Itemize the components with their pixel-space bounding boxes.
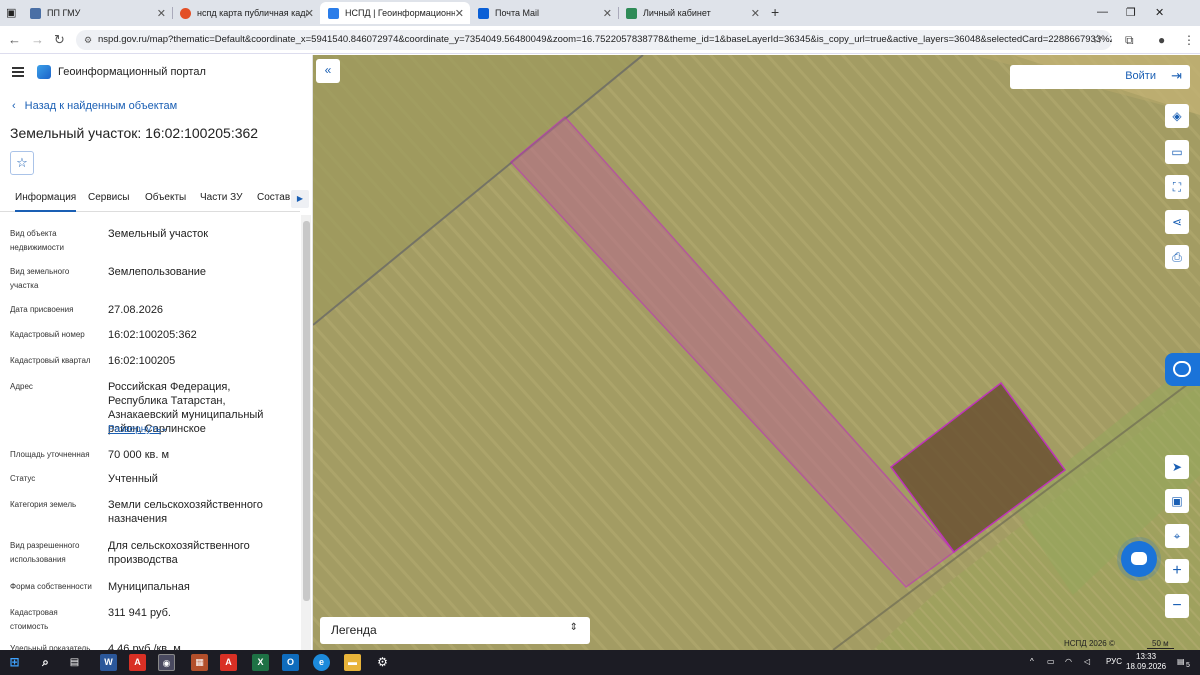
close-tab-icon[interactable]: ✕ bbox=[305, 7, 314, 20]
reload-icon[interactable]: ↻ bbox=[54, 32, 65, 48]
geolocation-arrow-icon[interactable]: ➤ bbox=[1165, 455, 1189, 479]
menu-icon[interactable] bbox=[12, 67, 24, 77]
chevron-down-icon: ⌄ bbox=[160, 423, 169, 434]
print-icon[interactable]: ⎙ bbox=[1165, 245, 1189, 269]
portal-title: Геоинформационный портал bbox=[58, 66, 206, 78]
browser-tab-mail[interactable]: Почта Mail ✕ bbox=[470, 2, 619, 24]
outlook-icon[interactable]: O bbox=[282, 654, 299, 671]
browser-tab-search[interactable]: нспд карта публичная кадастр ✕ bbox=[172, 2, 320, 24]
minimap-icon[interactable]: ▣ bbox=[1165, 489, 1189, 513]
tray-chevron-up-icon[interactable]: ^ bbox=[1030, 657, 1034, 666]
browser-toolbar: ← → ↻ ⚙ nspd.gov.ru/map?thematic=Default… bbox=[0, 26, 1200, 54]
browser-app-icon[interactable]: ◉ bbox=[158, 654, 175, 671]
browser-tab-pp-gmu[interactable]: ПП ГМУ ✕ bbox=[22, 2, 173, 24]
clock[interactable]: 13:33 18.09.2026 bbox=[1126, 652, 1166, 672]
close-tab-icon[interactable]: ✕ bbox=[157, 7, 166, 20]
search-icon[interactable]: ⌕ bbox=[37, 654, 54, 671]
tabs-scroll-right-icon[interactable]: ▶ bbox=[291, 190, 309, 208]
map-scale-bar: 50 м bbox=[1147, 639, 1174, 649]
chat-side-button[interactable] bbox=[1165, 353, 1200, 386]
login-arrow-icon: ⇥ bbox=[1171, 68, 1182, 83]
layers-icon[interactable]: ◈ bbox=[1165, 104, 1189, 128]
tab-services[interactable]: Сервисы bbox=[88, 192, 129, 203]
edge-icon[interactable]: e bbox=[313, 654, 330, 671]
file-explorer-icon[interactable]: ▬ bbox=[344, 654, 361, 671]
object-info-panel: Геоинформационный портал ‹ Назад к найде… bbox=[0, 55, 313, 650]
collapse-panel-button[interactable]: « bbox=[316, 59, 340, 83]
extensions-icon[interactable]: ⧉ bbox=[1125, 33, 1134, 48]
yandex-favicon-icon bbox=[180, 7, 191, 19]
close-tab-icon[interactable]: ✕ bbox=[603, 7, 612, 20]
language-indicator[interactable]: РУС bbox=[1106, 657, 1122, 666]
gosuslugi-favicon-icon bbox=[626, 7, 637, 19]
map-canvas[interactable] bbox=[313, 55, 1200, 650]
page-title: Земельный участок: 16:02:100205:362 bbox=[10, 125, 259, 141]
tab-objects[interactable]: Объекты bbox=[145, 192, 186, 203]
tab-parts[interactable]: Части ЗУ bbox=[200, 192, 242, 203]
panel-scrollbar-thumb[interactable] bbox=[303, 221, 310, 601]
restore-window-icon[interactable]: ❐ bbox=[1126, 6, 1136, 19]
browser-menu-icon[interactable]: ⋮ bbox=[1183, 33, 1195, 47]
volume-icon[interactable]: ◁ bbox=[1084, 657, 1090, 666]
acrobat-icon[interactable]: A bbox=[129, 654, 146, 671]
area-select-icon[interactable]: ⛶ bbox=[1165, 175, 1189, 199]
taskbar: ⊞ ⌕ ▤ W A ◉ ▦ A X O e ▬ ⚙ ^ ▭ ◠ ◁ РУС 13… bbox=[0, 650, 1200, 675]
zoom-in-button[interactable]: + bbox=[1165, 559, 1189, 583]
legend-dropdown[interactable]: Легенда ⇕ bbox=[320, 617, 590, 644]
back-arrow-icon[interactable]: ← bbox=[8, 32, 21, 47]
wifi-icon[interactable]: ◠ bbox=[1065, 657, 1072, 666]
close-window-icon[interactable]: ✕ bbox=[1155, 6, 1164, 19]
browser-tab-cabinet[interactable]: Личный кабинет ✕ bbox=[618, 2, 766, 24]
app-icon[interactable]: ▦ bbox=[191, 654, 208, 671]
map-copyright: НСПД 2026 © bbox=[1064, 639, 1115, 648]
close-tab-icon[interactable]: ✕ bbox=[751, 7, 760, 20]
chevron-left-icon: ‹ bbox=[12, 100, 16, 112]
login-button[interactable]: Войти ⇥ bbox=[1010, 65, 1190, 89]
pdf-reader-icon[interactable]: A bbox=[220, 654, 237, 671]
zoom-out-button[interactable]: − bbox=[1165, 594, 1189, 618]
site-favicon-icon bbox=[30, 7, 41, 19]
chat-assistant-button[interactable] bbox=[1121, 541, 1157, 577]
forward-arrow-icon[interactable]: → bbox=[31, 32, 44, 47]
excel-icon[interactable]: X bbox=[252, 654, 269, 671]
ruler-icon[interactable]: ▭ bbox=[1165, 140, 1189, 164]
mail-favicon-icon bbox=[478, 7, 489, 19]
site-info-icon[interactable]: ⚙ bbox=[84, 30, 92, 50]
back-to-results-link[interactable]: ‹ Назад к найденным объектам bbox=[12, 100, 177, 112]
chat-bubble-icon bbox=[1173, 361, 1191, 377]
new-tab-button[interactable]: + bbox=[771, 4, 779, 20]
expand-address-link[interactable]: Развернуть ⌄ bbox=[108, 423, 168, 435]
word-icon[interactable]: W bbox=[100, 654, 117, 671]
bookmark-star-icon[interactable]: ☆ bbox=[1092, 32, 1103, 46]
profile-icon[interactable]: ● bbox=[1158, 33, 1165, 47]
windows-start-icon[interactable]: ⊞ bbox=[6, 654, 23, 671]
tab-information[interactable]: Информация bbox=[15, 192, 77, 212]
address-bar[interactable]: ⚙ nspd.gov.ru/map?thematic=Default&coord… bbox=[76, 30, 1112, 50]
portal-logo-icon bbox=[37, 65, 51, 79]
favorite-star-button[interactable]: ☆ bbox=[10, 151, 34, 175]
search-location-icon[interactable]: ⌖ bbox=[1165, 524, 1189, 548]
chat-bubble-icon bbox=[1131, 552, 1147, 565]
notification-count: 5 bbox=[1186, 662, 1190, 669]
info-tabs: Информация Сервисы Объекты Части ЗУ Сост… bbox=[0, 186, 300, 212]
close-tab-icon[interactable]: ✕ bbox=[455, 7, 464, 20]
satellite-map[interactable] bbox=[313, 55, 1200, 650]
network-icon[interactable]: ▭ bbox=[1047, 657, 1055, 666]
settings-gear-icon[interactable]: ⚙ bbox=[374, 654, 391, 671]
task-view-icon[interactable]: ▤ bbox=[66, 654, 83, 671]
expand-collapse-icon: ⇕ bbox=[569, 622, 578, 633]
tab-list-icon[interactable]: ▣ bbox=[6, 6, 16, 19]
share-icon[interactable]: ⋖ bbox=[1165, 210, 1189, 234]
notifications-icon[interactable]: ▤ bbox=[1177, 657, 1185, 666]
tab-composition[interactable]: Состав bbox=[257, 192, 290, 203]
browser-tab-bar: ПП ГМУ ✕ нспд карта публичная кадастр ✕ … bbox=[0, 0, 1200, 26]
browser-tab-nspd[interactable]: НСПД | Геоинформационный ✕ bbox=[320, 2, 470, 24]
nspd-favicon-icon bbox=[328, 7, 339, 19]
minimize-window-icon[interactable]: — bbox=[1097, 6, 1108, 18]
